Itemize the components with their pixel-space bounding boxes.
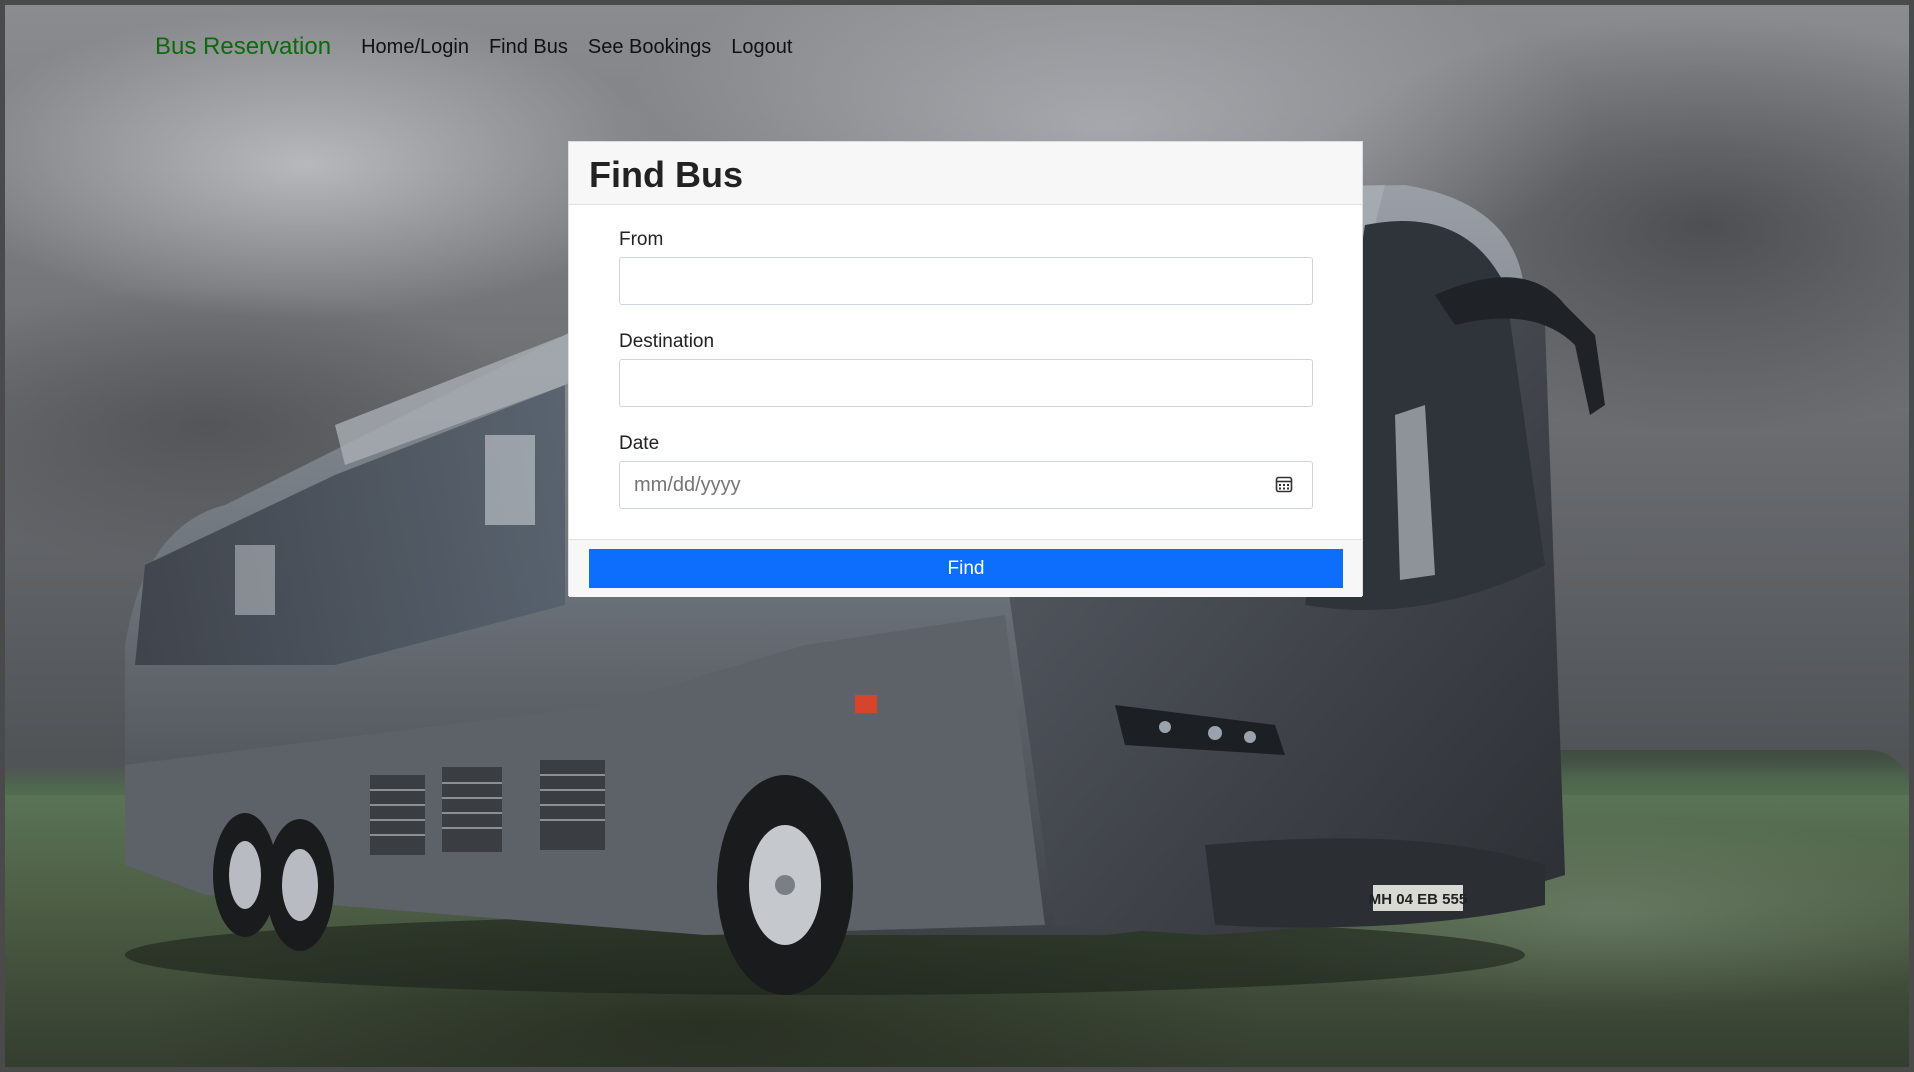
card-body: From Destination Date	[569, 205, 1362, 539]
destination-label: Destination	[619, 331, 715, 352]
destination-group: Destination	[619, 331, 1313, 407]
nav-link-logout[interactable]: Logout	[731, 36, 792, 59]
from-input[interactable]	[619, 257, 1313, 305]
find-button[interactable]: Find	[589, 549, 1343, 588]
date-group: Date	[619, 433, 1313, 509]
date-field-wrapper	[619, 461, 1313, 509]
brand-link[interactable]: Bus Reservation	[155, 33, 331, 61]
destination-input[interactable]	[619, 359, 1313, 407]
nav-link-see-bookings[interactable]: See Bookings	[588, 36, 711, 59]
calendar-icon[interactable]	[1275, 475, 1293, 493]
browser-window: MH 04 EB 555 Bus Reservation Home/Login …	[0, 0, 1914, 1072]
from-label: From	[619, 229, 664, 250]
license-plate-text: MH 04 EB 555	[1369, 891, 1467, 908]
nav-link-find-bus[interactable]: Find Bus	[489, 36, 568, 59]
date-label: Date	[619, 433, 660, 454]
card-footer: Find	[569, 539, 1362, 597]
nav-link-home-login[interactable]: Home/Login	[361, 36, 469, 59]
from-group: From	[619, 229, 1313, 305]
date-input[interactable]	[619, 461, 1313, 509]
navbar: Bus Reservation Home/Login Find Bus See …	[155, 27, 812, 67]
card-header: Find Bus	[569, 142, 1362, 205]
card-title: Find Bus	[589, 154, 743, 195]
find-bus-card: Find Bus From Destination Date mm/dd/yyy…	[568, 141, 1363, 597]
